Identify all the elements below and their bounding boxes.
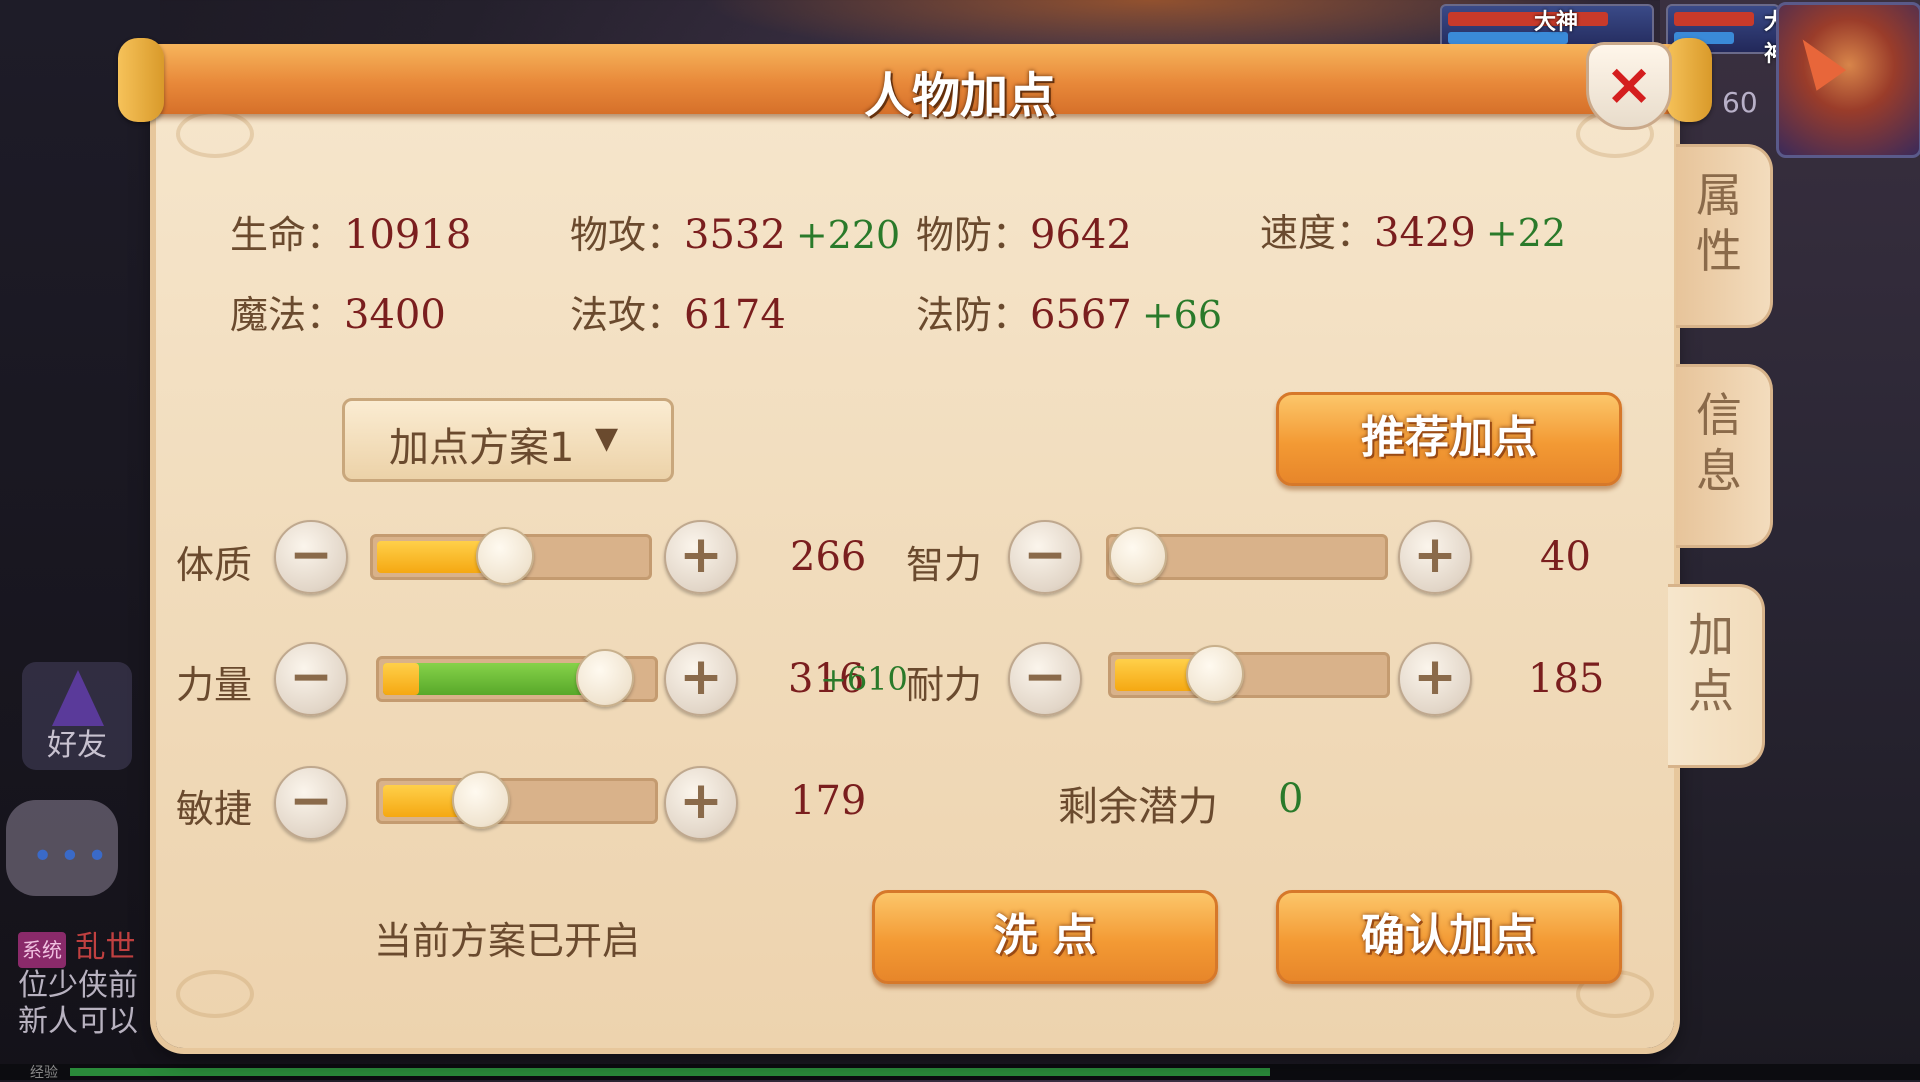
endurance-plus-button[interactable]: + <box>1398 642 1472 716</box>
agility-minus-button[interactable]: − <box>274 766 348 840</box>
slider-knob[interactable] <box>476 527 534 585</box>
endurance-minus-button[interactable]: − <box>1008 642 1082 716</box>
plan-status-text: 当前方案已开启 <box>374 919 641 963</box>
tab-label: 属性 <box>1696 168 1742 278</box>
stat-phys-def: 物防：9642 <box>916 212 1132 258</box>
slider-knob[interactable] <box>452 771 510 829</box>
exp-label: 经验 <box>30 1065 58 1081</box>
endurance-slider[interactable] <box>1108 645 1390 703</box>
slider-fill <box>383 663 607 695</box>
stat-mp: 魔法：3400 <box>230 292 446 338</box>
constitution-minus-button[interactable]: − <box>274 520 348 594</box>
intelligence-value: 40 <box>1540 534 1591 580</box>
slider-knob[interactable] <box>576 649 634 707</box>
tab-add-points[interactable]: 加点 <box>1668 584 1765 768</box>
attr-label-constitution: 体质 <box>176 543 253 587</box>
agility-plus-button[interactable]: + <box>664 766 738 840</box>
reset-points-button[interactable]: 洗 点 <box>872 890 1218 984</box>
confirm-points-button[interactable]: 确认加点 <box>1276 890 1622 984</box>
slider-knob[interactable] <box>1109 527 1167 585</box>
slider-knob[interactable] <box>1186 645 1244 703</box>
stat-hp: 生命：10918 <box>230 212 472 258</box>
chevron-down-icon: ▼ <box>595 421 619 456</box>
chat-dots-icon: ••• <box>32 836 114 877</box>
background-left <box>0 0 160 1080</box>
strength-plus-button[interactable]: + <box>664 642 738 716</box>
endurance-value: 185 <box>1528 656 1605 702</box>
constitution-value: 266 <box>790 534 867 580</box>
chat-sys-text: 乱世 <box>75 930 136 965</box>
tab-info[interactable]: 信息 <box>1676 364 1773 548</box>
recommend-points-button[interactable]: 推荐加点 <box>1276 392 1622 486</box>
stat-speed: 速度：3429 +22 <box>1260 210 1567 256</box>
chat-button[interactable]: ••• <box>6 800 118 896</box>
agility-value: 179 <box>790 778 867 824</box>
strength-slider[interactable] <box>376 649 658 707</box>
exp-bar: 经验 <box>0 1064 1920 1081</box>
wizard-hat-icon <box>52 670 104 726</box>
intelligence-plus-button[interactable]: + <box>1398 520 1472 594</box>
constitution-slider[interactable] <box>370 527 652 585</box>
agility-slider[interactable] <box>376 771 658 829</box>
close-button[interactable]: × <box>1586 42 1672 130</box>
stat-mag-atk: 法攻：6174 <box>570 292 786 338</box>
plan-dropdown[interactable]: 加点方案1 ▼ <box>342 398 674 482</box>
hud-tag: 大神 <box>1534 10 1579 35</box>
friends-button[interactable]: 好友 <box>22 662 132 770</box>
intelligence-slider[interactable] <box>1106 527 1388 585</box>
stat-phys-atk: 物攻：3532 +220 <box>570 212 901 258</box>
stat-mag-def: 法防：6567 +66 <box>916 292 1223 338</box>
system-tag: 系统 <box>18 932 66 968</box>
remaining-potential-label: 剩余潜力 <box>1058 784 1218 830</box>
tab-label: 加点 <box>1688 608 1734 718</box>
strength-bonus: +610 <box>820 660 908 698</box>
attr-label-agility: 敏捷 <box>176 787 253 831</box>
intelligence-minus-button[interactable]: − <box>1008 520 1082 594</box>
remaining-potential-value: 0 <box>1278 776 1304 822</box>
attr-label-endurance: 耐力 <box>906 663 983 707</box>
plan-dropdown-label: 加点方案1 <box>389 425 575 471</box>
constitution-plus-button[interactable]: + <box>664 520 738 594</box>
attr-label-intelligence: 智力 <box>906 543 983 587</box>
tab-label: 信息 <box>1696 388 1742 498</box>
close-icon: × <box>1604 50 1654 118</box>
attr-label-strength: 力量 <box>176 663 253 707</box>
tab-attributes[interactable]: 属性 <box>1676 144 1773 328</box>
friends-label: 好友 <box>47 728 107 763</box>
strength-minus-button[interactable]: − <box>274 642 348 716</box>
